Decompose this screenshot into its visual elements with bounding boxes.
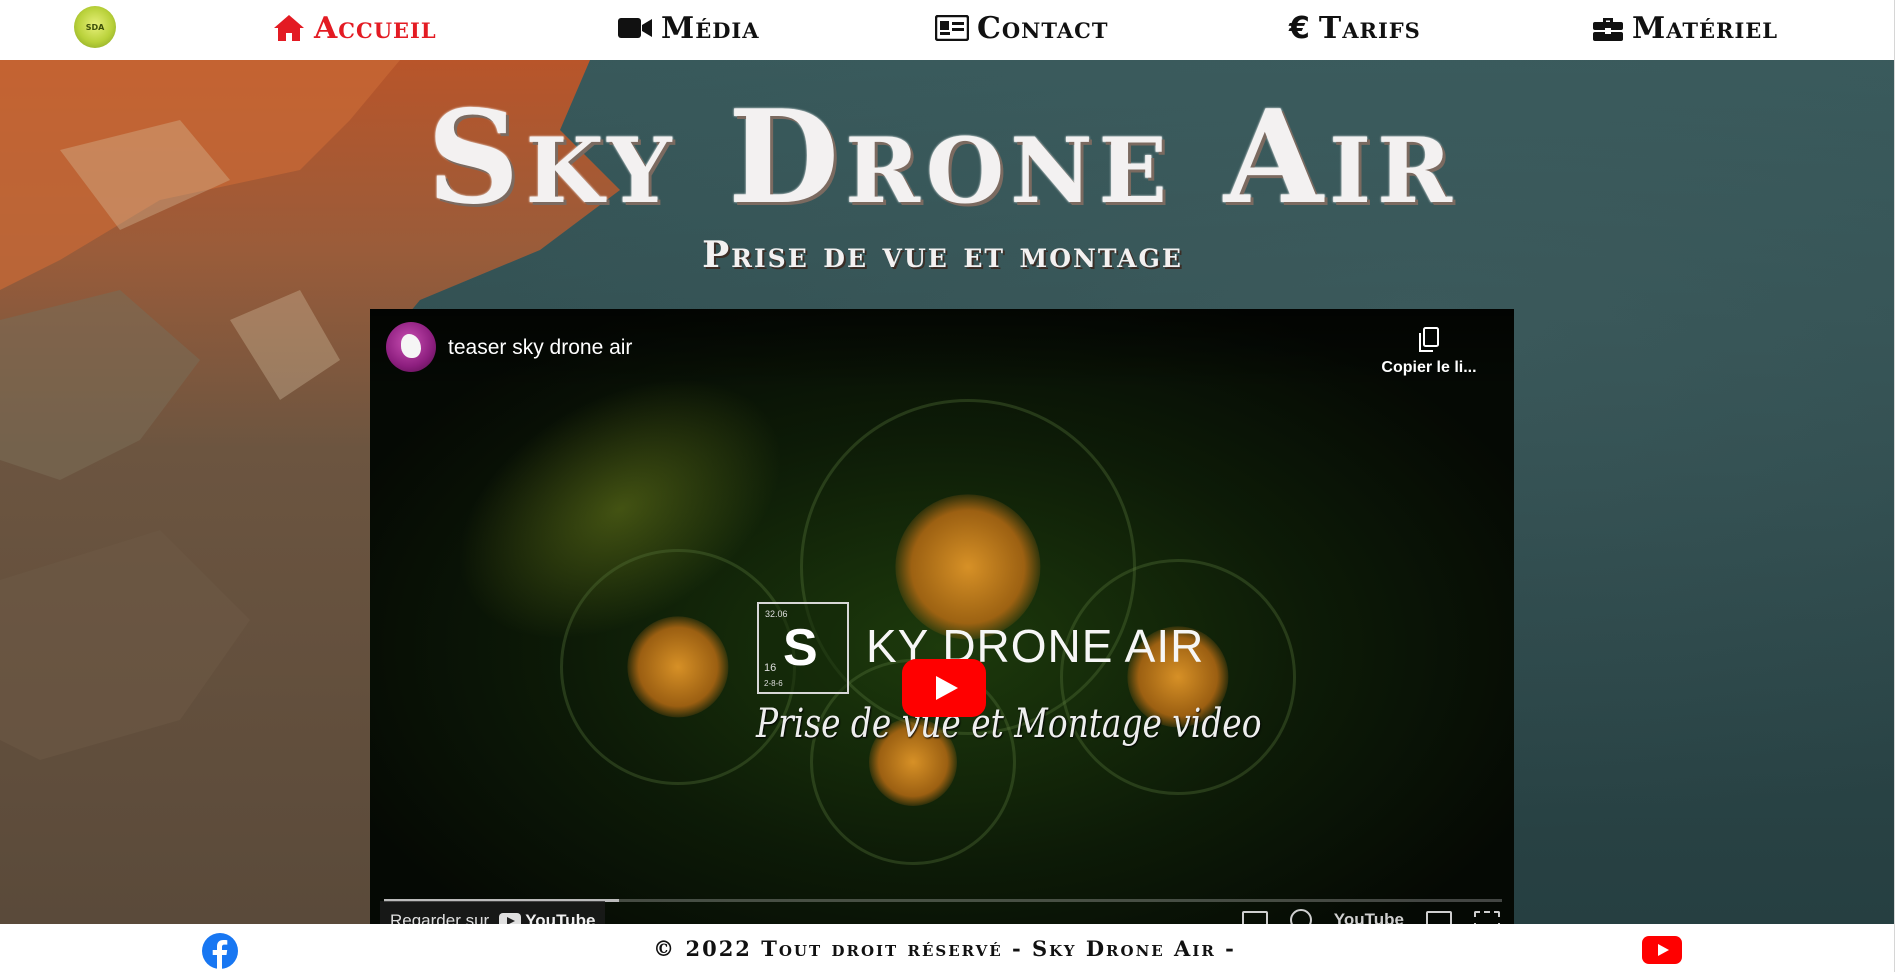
nav-label-tarifs: Tarifs (1318, 10, 1421, 46)
video-frame-brand-box: 32.06 S 16 2-8-6 (757, 602, 849, 694)
youtube-play-icon (499, 913, 522, 924)
video-camera-icon (618, 18, 652, 38)
nav-item-contact[interactable]: Contact (935, 8, 1108, 48)
fullscreen-icon[interactable] (1474, 911, 1500, 924)
brand-box-number-bottom: 2-8-6 (764, 679, 783, 688)
hero-section: Sky Drone Air Prise de vue et montage te… (0, 60, 1895, 924)
copy-link-button[interactable]: Copier le li... (1374, 327, 1484, 377)
channel-avatar[interactable] (386, 322, 436, 372)
address-card-icon (935, 15, 969, 41)
youtube-controls-logo[interactable]: YouTube (1334, 910, 1404, 924)
nav-label-accueil: Accueil (314, 10, 437, 46)
copy-link-label: Copier le li... (1381, 359, 1477, 376)
cast-icon[interactable] (1426, 911, 1452, 924)
watch-on-youtube-button[interactable]: Regarder sur YouTube (380, 901, 606, 924)
video-title[interactable]: teaser sky drone air (448, 336, 632, 360)
watch-on-label: Regarder sur (390, 911, 490, 924)
logo-mark: SDA (85, 22, 105, 32)
youtube-logo: YouTube (499, 911, 595, 924)
nav-item-media[interactable]: Média (617, 8, 760, 48)
play-button[interactable] (902, 659, 986, 717)
toolbox-icon (1593, 18, 1623, 41)
youtube-logo-text: YouTube (525, 911, 596, 924)
brand-box-letter: S (783, 619, 818, 677)
video-frame-subtitle: Prise de vue et Montage video (756, 701, 1262, 747)
home-icon (274, 15, 304, 41)
youtube-icon[interactable] (1642, 936, 1682, 964)
nav-item-accueil[interactable]: Accueil (272, 8, 437, 48)
top-navigation: SDA Accueil Média Contact € Tarifs Matér… (0, 0, 1895, 60)
site-footer: © 2022 Tout droit réservé - Sky Drone Ai… (0, 924, 1895, 972)
nav-label-contact: Contact (977, 10, 1109, 46)
euro-icon: € (1289, 10, 1311, 46)
nav-label-media: Média (661, 10, 760, 46)
youtube-video-embed[interactable]: teaser sky drone air Copier le li... 32.… (370, 309, 1514, 924)
settings-icon[interactable] (1289, 909, 1312, 924)
site-title: Sky Drone Air (427, 83, 1458, 233)
site-logo[interactable]: SDA (74, 6, 116, 48)
brand-box-number: 16 (764, 662, 777, 674)
video-controls-right: YouTube (1241, 909, 1500, 924)
copy-icon (1419, 327, 1439, 352)
nav-item-tarifs[interactable]: € Tarifs (1289, 8, 1421, 48)
site-subtitle: Prise de vue et montage (702, 234, 1183, 276)
nav-label-materiel: Matériel (1632, 10, 1779, 46)
video-frame-propeller (1060, 559, 1296, 795)
subtitles-icon[interactable] (1241, 911, 1268, 924)
copyright-text: © 2022 Tout droit réservé - Sky Drone Ai… (653, 936, 1236, 961)
nav-item-materiel[interactable]: Matériel (1592, 8, 1778, 48)
